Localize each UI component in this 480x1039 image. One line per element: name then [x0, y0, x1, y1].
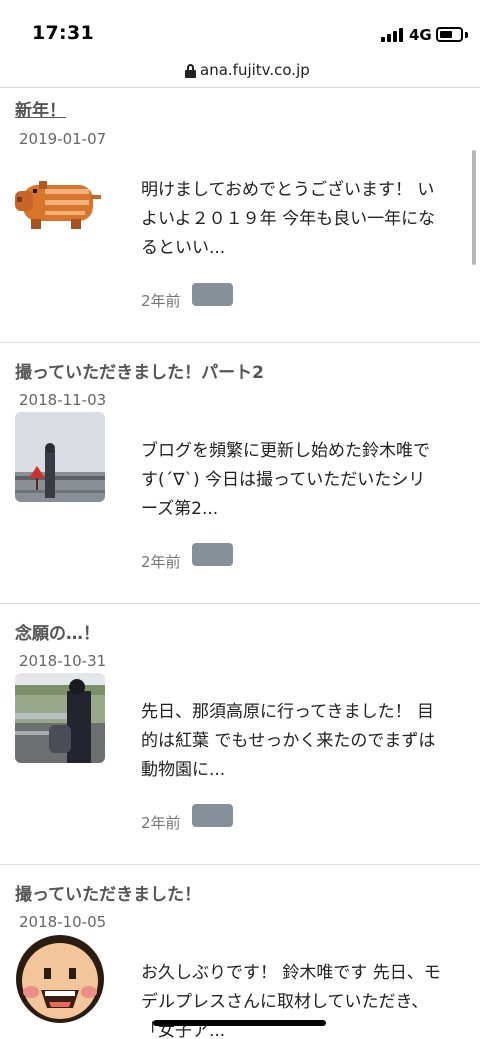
lock-icon: [185, 64, 196, 78]
post-title-link[interactable]: 撮っていただきました！パート2: [15, 358, 264, 383]
post-thumbnail-photo[interactable]: [15, 673, 105, 763]
status-bar: 17:31 4G: [0, 0, 480, 56]
battery-icon: [436, 27, 463, 42]
photo-image: [15, 412, 105, 502]
tag-badge[interactable]: [192, 804, 233, 827]
post-item: 新年！ 2019-01-07 明けましておめでとうございます！ いよいよ２０１９…: [0, 89, 480, 343]
post-age: 2年前: [141, 814, 181, 832]
address-bar[interactable]: ana.fujitv.co.jp: [0, 56, 480, 88]
post-age: 2年前: [141, 553, 181, 571]
post-title-link[interactable]: 撮っていただきました！: [15, 880, 201, 905]
scrollbar[interactable]: [472, 150, 476, 265]
post-date: 2018-11-03: [19, 391, 107, 409]
post-item: 念願の…！ 2018-10-31 先日、那須高原に行ってきました！ 目的は紅葉 …: [0, 604, 480, 865]
post-title-link[interactable]: 念願の…！: [15, 619, 100, 644]
battery-tip: [465, 32, 468, 38]
status-time: 17:31: [32, 22, 94, 44]
smiley-face-icon: [15, 934, 105, 1024]
post-thumbnail-boar[interactable]: [15, 155, 105, 245]
post-date: 2019-01-07: [19, 130, 107, 148]
signal-icon: [381, 28, 405, 42]
post-excerpt: 明けましておめでとうございます！ いよいよ２０１９年 今年も良い一年になるといい…: [141, 180, 436, 258]
post-date: 2018-10-05: [19, 913, 107, 931]
post-title-link[interactable]: 新年！: [15, 96, 66, 121]
post-thumbnail-smiley[interactable]: [15, 934, 105, 1024]
tag-badge[interactable]: [192, 283, 233, 306]
post-thumbnail-photo[interactable]: [15, 412, 105, 502]
post-excerpt: ブログを頻繁に更新し始めた鈴木唯です(´∇`) 今日は撮っていただいたシリーズ第…: [141, 441, 430, 519]
url-text[interactable]: ana.fujitv.co.jp: [200, 61, 310, 79]
post-excerpt: お久しぶりです！ 鈴木唯です 先日、モデルプレスさんに取材していただき、「女子ア…: [141, 963, 441, 1039]
post-date: 2018-10-31: [19, 652, 107, 670]
network-type: 4G: [409, 26, 432, 44]
tag-badge[interactable]: [192, 543, 233, 566]
photo-image: [15, 673, 105, 763]
post-age: 2年前: [141, 292, 181, 310]
post-item: 撮っていただきました！パート2 2018-11-03 ブログを頻繁に更新し始めた…: [0, 343, 480, 604]
post-item: 撮っていただきました！ 2018-10-05 お久しぶりです！ 鈴木唯です 先日…: [0, 865, 480, 1039]
boar-icon: [15, 155, 105, 245]
post-excerpt: 先日、那須高原に行ってきました！ 目的は紅葉 でもせっかく来たのでまずは動物園に…: [141, 702, 436, 780]
home-indicator[interactable]: [153, 1020, 326, 1026]
